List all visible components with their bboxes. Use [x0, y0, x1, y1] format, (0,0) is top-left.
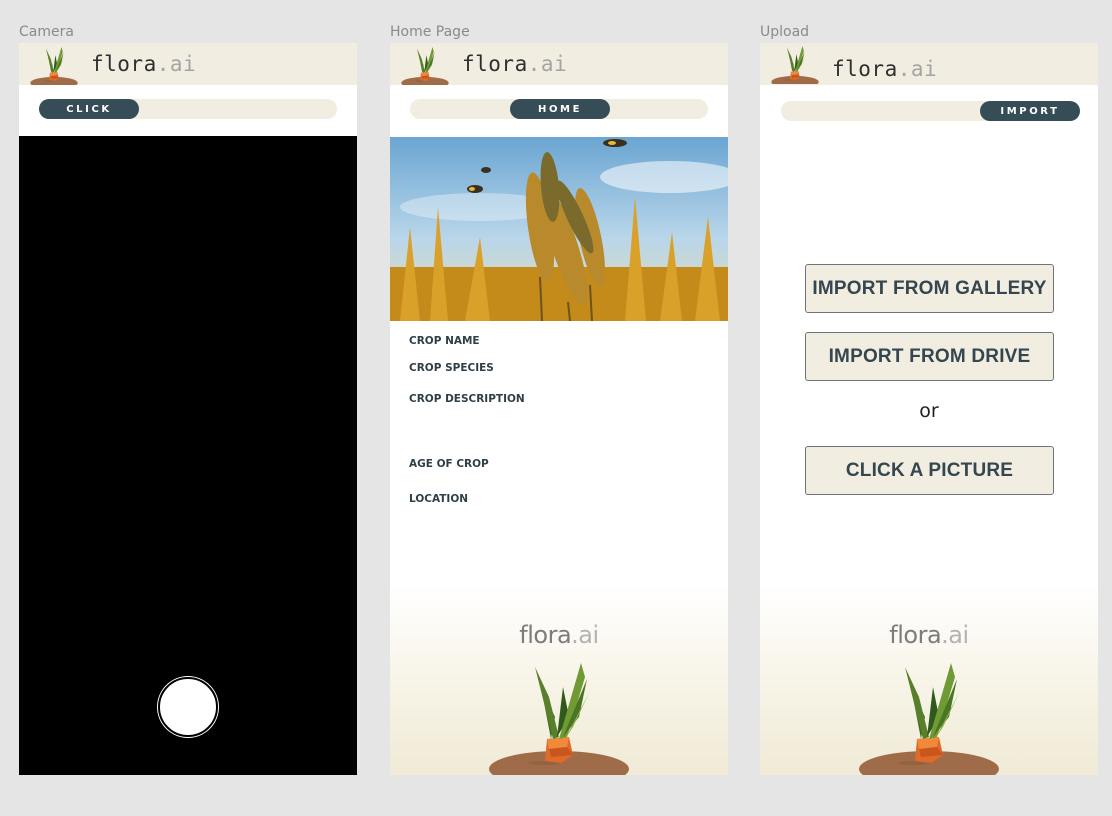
carrot-logo-icon: [27, 45, 81, 85]
footer-wordmark: flora.ai: [889, 621, 969, 649]
crop-name-label: CROP NAME: [409, 335, 480, 347]
crop-description-label: CROP DESCRIPTION: [409, 393, 525, 405]
app-header: flora.ai: [390, 43, 728, 85]
brand-wordmark: flora.ai: [832, 57, 938, 81]
upload-screen: flora.ai IMPORT IMPORT FROM GALLERY IMPO…: [760, 43, 1098, 775]
brand-wordmark: flora.ai: [462, 52, 568, 76]
location-label: LOCATION: [409, 493, 469, 505]
footer-wordmark: flora.ai: [519, 621, 599, 649]
or-separator: or: [919, 400, 939, 422]
app-header: flora.ai: [19, 43, 357, 85]
age-of-crop-label: AGE OF CROP: [409, 458, 489, 470]
frame-label-home: Home Page: [390, 24, 470, 40]
wheat-field-image: [390, 137, 728, 321]
frame-label-camera: Camera: [19, 24, 74, 40]
shutter-icon[interactable]: [158, 677, 218, 737]
carrot-logo-icon: [768, 44, 822, 84]
crop-species-label: CROP SPECIES: [409, 362, 494, 374]
carrot-logo-icon: [398, 45, 452, 85]
nav-bar: HOME: [410, 99, 708, 119]
carrot-illustration: [489, 657, 629, 775]
app-header: flora.ai: [760, 43, 1098, 85]
frame-label-upload: Upload: [760, 24, 810, 40]
home-screen: flora.ai HOME CROP NAME CROP SPECIES CRO…: [390, 43, 728, 775]
nav-tab-click[interactable]: CLICK: [39, 99, 139, 119]
nav-bar: CLICK: [39, 99, 337, 119]
nav-tab-import[interactable]: IMPORT: [980, 101, 1080, 121]
camera-screen: flora.ai CLICK: [19, 43, 357, 775]
camera-viewfinder: [19, 136, 357, 775]
import-from-drive-button[interactable]: IMPORT FROM DRIVE: [805, 332, 1054, 381]
brand-wordmark: flora.ai: [91, 52, 197, 76]
click-a-picture-button[interactable]: CLICK A PICTURE: [805, 446, 1054, 495]
nav-bar: IMPORT: [781, 101, 1080, 121]
carrot-illustration: [859, 657, 999, 775]
import-from-gallery-button[interactable]: IMPORT FROM GALLERY: [805, 264, 1054, 313]
nav-tab-home[interactable]: HOME: [510, 99, 610, 119]
